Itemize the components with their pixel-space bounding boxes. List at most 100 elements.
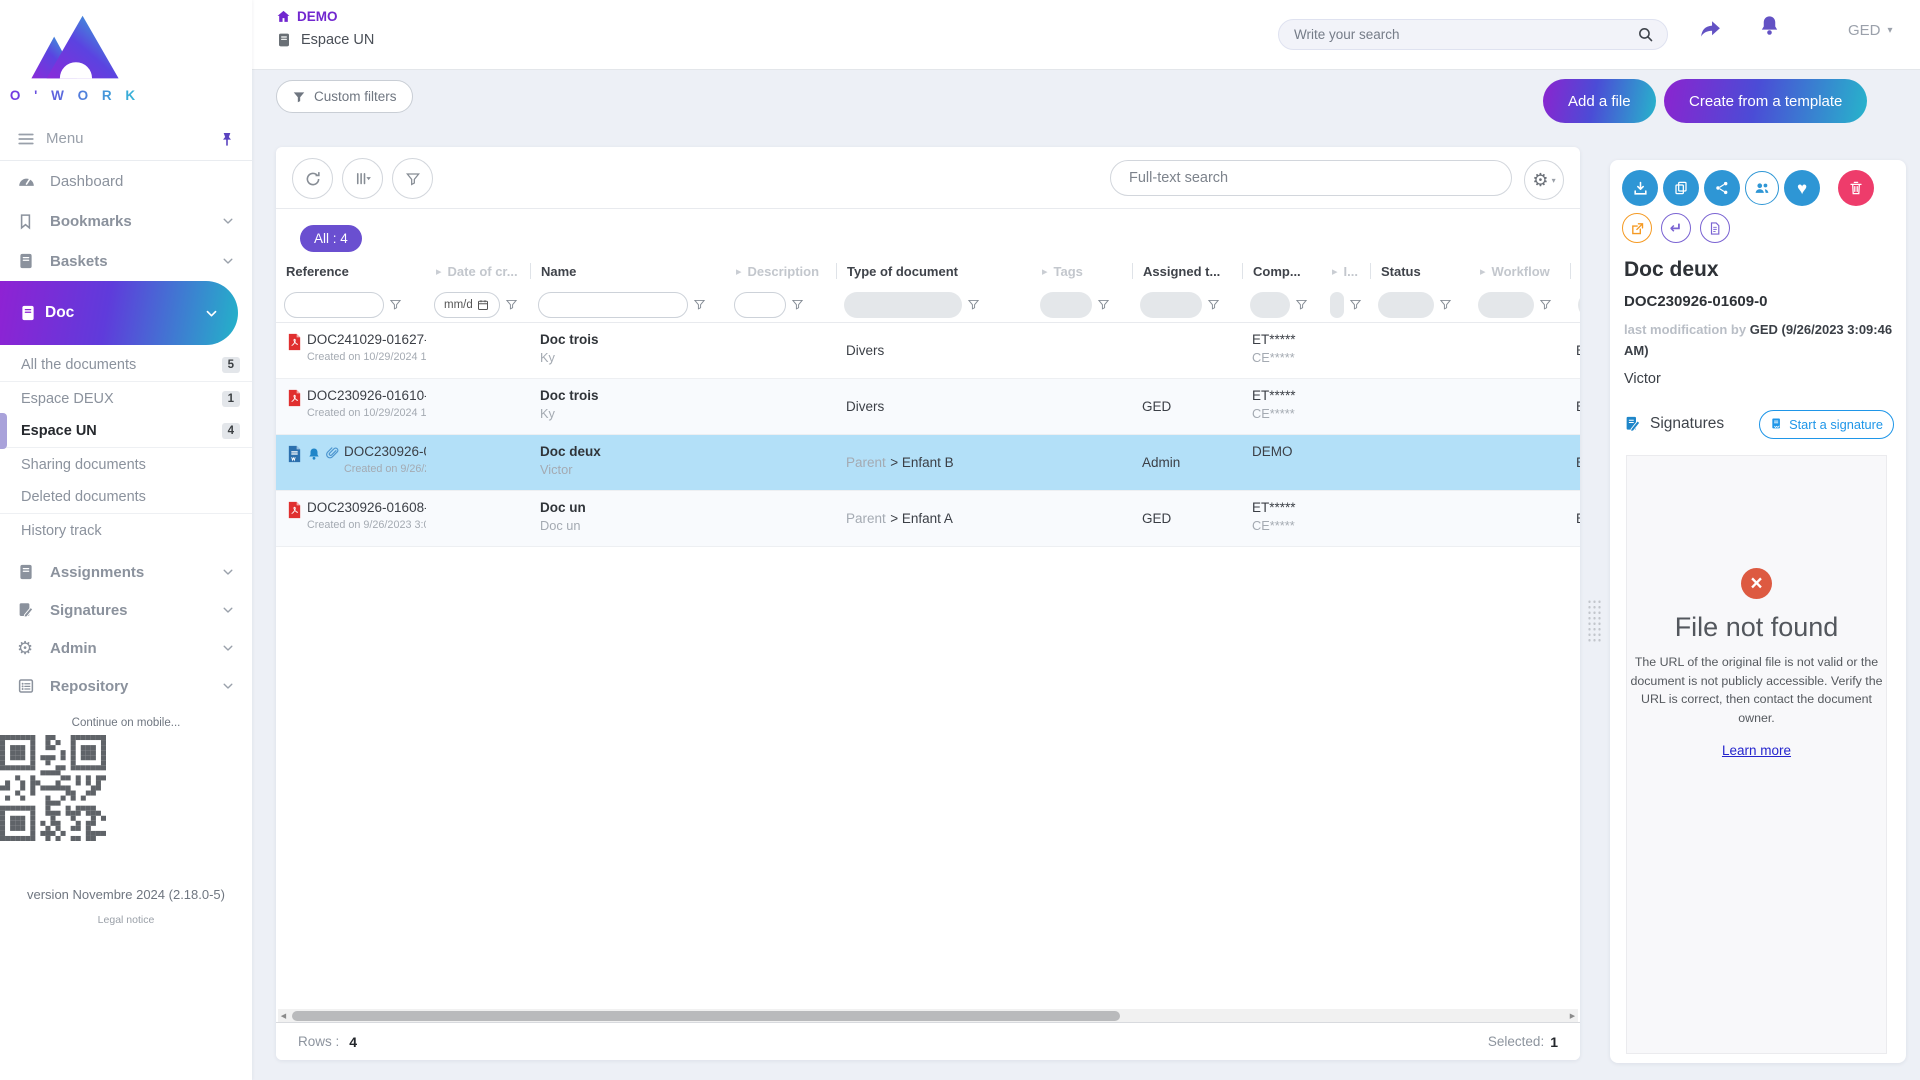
expand-column-icon[interactable]: ▸ bbox=[1480, 265, 1486, 278]
file-not-found-message: The URL of the original file is not vali… bbox=[1630, 653, 1884, 727]
column-header-label: Assigned t... bbox=[1143, 264, 1220, 279]
columns-button[interactable] bbox=[342, 158, 383, 199]
filter-funnel-icon[interactable] bbox=[505, 298, 518, 311]
mobile-hint: Continue on mobile... bbox=[0, 717, 252, 729]
filter-funnel-icon[interactable] bbox=[1349, 298, 1362, 311]
column-header-name[interactable]: Name bbox=[530, 255, 726, 287]
scroll-right-icon[interactable]: ▶ bbox=[1567, 1012, 1578, 1020]
sidebar-item-repository[interactable]: Repository bbox=[0, 667, 252, 705]
share-forward-icon[interactable] bbox=[1698, 16, 1723, 41]
sidebar-subitem-espace-un[interactable]: Espace UN4 bbox=[0, 415, 252, 448]
sidebar-subitem-label: Espace UN bbox=[21, 423, 97, 439]
pin-sidebar-icon[interactable] bbox=[219, 131, 235, 147]
scroll-left-icon[interactable]: ◀ bbox=[278, 1012, 289, 1020]
column-header-description[interactable]: ▸Description bbox=[726, 255, 836, 287]
column-header-workflow[interactable]: ▸Workflow bbox=[1470, 255, 1570, 287]
copy-button[interactable] bbox=[1663, 170, 1699, 206]
type-cell: Parent > Enfant B bbox=[836, 435, 1032, 490]
column-header-i[interactable]: ▸I... bbox=[1322, 255, 1370, 287]
filter-disabled-tags bbox=[1040, 292, 1092, 318]
start-signature-button[interactable]: Start a signature bbox=[1759, 410, 1894, 439]
table-row[interactable]: DOC230926-01609-0Created on 9/26/2023 3:… bbox=[276, 435, 1580, 491]
filter-funnel-icon[interactable] bbox=[1539, 298, 1552, 311]
column-header-assigned-t[interactable]: Assigned t... bbox=[1132, 255, 1242, 287]
sidebar-subitem-sharing-documents[interactable]: Sharing documents bbox=[0, 448, 252, 481]
delete-button[interactable] bbox=[1838, 170, 1874, 206]
filter-funnel-icon[interactable] bbox=[1207, 298, 1220, 311]
sidebar-item-signatures[interactable]: Signatures bbox=[0, 591, 252, 629]
fulltext-search-input[interactable] bbox=[1127, 169, 1495, 187]
share-button[interactable] bbox=[1704, 170, 1740, 206]
empty-cell bbox=[1370, 435, 1470, 490]
filter-funnel-icon[interactable] bbox=[967, 298, 980, 311]
company-line2: CE***** bbox=[1252, 518, 1314, 533]
filter-funnel-icon[interactable] bbox=[791, 298, 804, 311]
document-properties-button[interactable] bbox=[1700, 213, 1730, 243]
filter-funnel-icon[interactable] bbox=[1097, 298, 1110, 311]
filter-input-name[interactable] bbox=[538, 292, 688, 318]
tags-cell bbox=[1032, 379, 1132, 434]
filter-input-reference[interactable] bbox=[284, 292, 384, 318]
filter-tab-all[interactable]: All : 4 bbox=[300, 225, 362, 252]
filter-funnel-icon[interactable] bbox=[389, 298, 402, 311]
global-search-input[interactable] bbox=[1292, 26, 1637, 43]
create-from-template-button[interactable]: Create from a template bbox=[1664, 79, 1867, 123]
sidebar-item-dashboard[interactable]: Dashboard bbox=[0, 161, 252, 201]
sidebar-item-assignments[interactable]: Assignments bbox=[0, 553, 252, 591]
sidebar-item-baskets[interactable]: Baskets bbox=[0, 241, 252, 281]
filter-button[interactable] bbox=[392, 158, 433, 199]
sidebar-subitem-history-track[interactable]: History track bbox=[0, 514, 252, 547]
expand-column-icon[interactable]: ▸ bbox=[736, 265, 742, 278]
filter-funnel-icon[interactable] bbox=[1439, 298, 1452, 311]
sidebar-item-doc[interactable]: Doc bbox=[0, 281, 238, 345]
scrollbar-track[interactable] bbox=[289, 1009, 1567, 1022]
scrollbar-thumb[interactable] bbox=[292, 1011, 1120, 1021]
horizontal-scrollbar[interactable]: ◀ ▶ bbox=[278, 1009, 1578, 1022]
column-header-tags[interactable]: ▸Tags bbox=[1032, 255, 1132, 287]
custom-filters-button[interactable]: Custom filters bbox=[276, 80, 413, 113]
sidebar-item-bookmarks[interactable]: Bookmarks bbox=[0, 201, 252, 241]
filter-date-date-of-cr[interactable]: mm/d bbox=[434, 292, 500, 318]
type-cell: Divers bbox=[836, 323, 1032, 378]
learn-more-link[interactable]: Learn more bbox=[1722, 743, 1791, 758]
filter-funnel-icon[interactable] bbox=[1295, 298, 1308, 311]
sidebar-item-admin[interactable]: ⚙Admin bbox=[0, 629, 252, 667]
legal-notice-link[interactable]: Legal notice bbox=[0, 914, 252, 926]
filter-input-description[interactable] bbox=[734, 292, 786, 318]
refresh-button[interactable] bbox=[292, 158, 333, 199]
add-file-button[interactable]: Add a file bbox=[1543, 79, 1656, 123]
menu-toggle[interactable]: Menu bbox=[0, 117, 252, 161]
type-cell: Parent > Enfant A bbox=[836, 491, 1032, 546]
expand-column-icon[interactable]: ▸ bbox=[436, 265, 442, 278]
notifications-bell-icon[interactable] bbox=[1758, 14, 1781, 37]
filter-funnel-icon[interactable] bbox=[693, 298, 706, 311]
panel-resize-grip[interactable] bbox=[1586, 598, 1601, 644]
table-row[interactable]: DOC241029-01627-0Created on 10/29/2024 1… bbox=[276, 323, 1580, 379]
expand-column-icon[interactable]: ▸ bbox=[1042, 265, 1048, 278]
table-settings-button[interactable]: ⚙ ▾ bbox=[1524, 160, 1564, 200]
favorite-button[interactable]: ♥ bbox=[1784, 170, 1820, 206]
open-external-button[interactable] bbox=[1622, 213, 1652, 243]
column-header-reference[interactable]: Reference bbox=[276, 255, 426, 287]
sidebar-subitem-deleted-documents[interactable]: Deleted documents bbox=[0, 481, 252, 514]
table-row[interactable]: DOC230926-01608-0Created on 9/26/2023 3:… bbox=[276, 491, 1580, 547]
user-menu[interactable]: GED ▾ bbox=[1848, 22, 1893, 39]
company-line1: DEMO bbox=[1252, 444, 1314, 459]
table-row[interactable]: DOC230926-01610-3Created on 10/29/2024 1… bbox=[276, 379, 1580, 435]
column-header-type-of-document[interactable]: Type of document bbox=[836, 255, 1032, 287]
column-header-y[interactable]: Y... bbox=[1570, 255, 1580, 287]
download-button[interactable] bbox=[1622, 170, 1658, 206]
search-icon[interactable] bbox=[1637, 26, 1654, 43]
users-access-button[interactable] bbox=[1745, 171, 1779, 205]
dashboard-icon bbox=[17, 172, 41, 191]
column-header-date-of-cr[interactable]: ▸Date of cr... bbox=[426, 255, 530, 287]
breadcrumb-home[interactable]: DEMO bbox=[276, 9, 374, 24]
calendar-icon[interactable] bbox=[477, 299, 489, 311]
column-header-comp[interactable]: Comp... bbox=[1242, 255, 1322, 287]
sidebar-subitem-all-the-documents[interactable]: All the documents5 bbox=[0, 349, 252, 382]
expand-column-icon[interactable]: ▸ bbox=[1332, 265, 1338, 278]
return-button[interactable]: ↵ bbox=[1661, 213, 1691, 243]
breadcrumb-space[interactable]: Espace UN bbox=[276, 32, 374, 48]
column-header-status[interactable]: Status bbox=[1370, 255, 1470, 287]
sidebar-subitem-espace-deux[interactable]: Espace DEUX1 bbox=[0, 382, 252, 415]
